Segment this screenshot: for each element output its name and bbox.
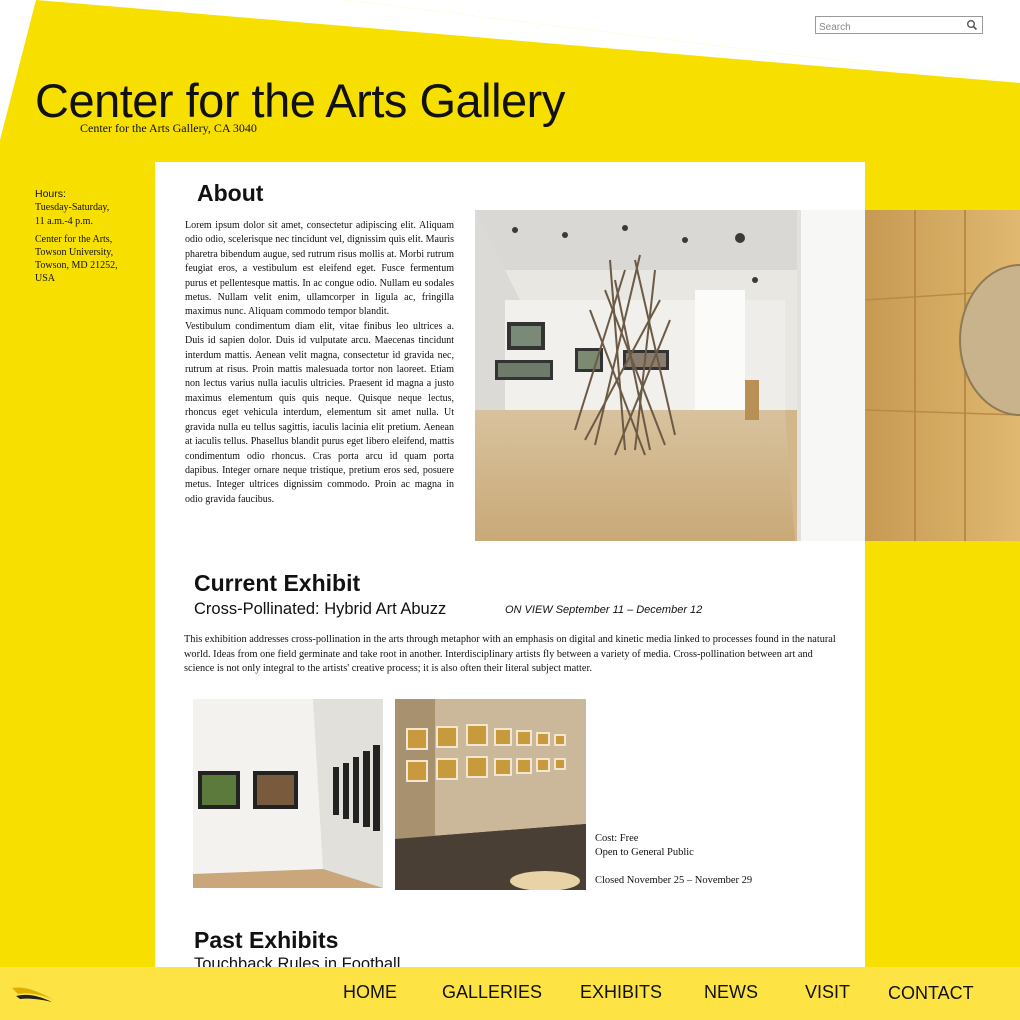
exhibit-info: Cost: Free Open to General Public Closed… (595, 832, 752, 888)
address-line: Center for the Arts, (35, 234, 113, 245)
about-paragraph: Vestibulum condimentum diam elit, vitae … (185, 320, 454, 505)
address-line: Towson, MD 21252, (35, 260, 118, 271)
hours-time: 11 a.m.-4 p.m. (35, 216, 93, 227)
address: Center for the Arts, Towson University, … (35, 233, 145, 285)
nav-exhibits[interactable]: EXHIBITS (580, 982, 662, 1003)
exhibit-dates: ON VIEW September 11 – December 12 (505, 604, 703, 616)
about-text: Lorem ipsum dolor sit amet, consectetur … (185, 219, 454, 507)
hours-label: Hours: (35, 188, 66, 200)
site-subtitle: Center for the Arts Gallery, CA 3040 (80, 121, 257, 135)
gallery-interior-photo (475, 210, 1020, 541)
nav-news[interactable]: NEWS (704, 982, 758, 1003)
site-title: Center for the Arts Gallery (35, 74, 565, 127)
nav-galleries[interactable]: GALLERIES (442, 982, 542, 1003)
footer-nav-bar: HOME GALLERIES EXHIBITS NEWS VISIT CONTA… (0, 967, 1020, 1020)
past-exhibits-heading: Past Exhibits (194, 927, 339, 953)
current-exhibit-name[interactable]: Cross-Pollinated: Hybrid Art Abuzz (194, 600, 446, 619)
hours-days: Tuesday-Saturday, (35, 202, 110, 213)
nav-visit[interactable]: VISIT (805, 982, 850, 1003)
exhibit-closed-dates: Closed November 25 – November 29 (595, 875, 753, 886)
about-heading: About (197, 180, 264, 206)
nav-home[interactable]: HOME (343, 982, 397, 1003)
search-icon[interactable] (966, 19, 978, 31)
search-box[interactable] (815, 16, 983, 36)
hours-info: Hours: Tuesday-Saturday, 11 a.m.-4 p.m. … (35, 187, 145, 285)
swoosh-logo-icon[interactable] (10, 982, 56, 1004)
current-exhibit-heading: Current Exhibit (194, 570, 361, 596)
search-input[interactable] (816, 19, 959, 36)
nav-contact[interactable]: CONTACT (888, 983, 974, 1004)
exhibit-cost: Cost: Free (595, 833, 639, 844)
address-line: Towson University, (35, 247, 114, 258)
exhibit-access: Open to General Public (595, 847, 694, 858)
about-paragraph: Lorem ipsum dolor sit amet, consectetur … (185, 220, 454, 318)
address-line: USA (35, 273, 56, 284)
exhibit-description: This exhibition addresses cross-pollinat… (184, 634, 836, 674)
exhibit-photo-2[interactable] (395, 699, 586, 890)
exhibit-photo-1[interactable] (193, 699, 383, 888)
